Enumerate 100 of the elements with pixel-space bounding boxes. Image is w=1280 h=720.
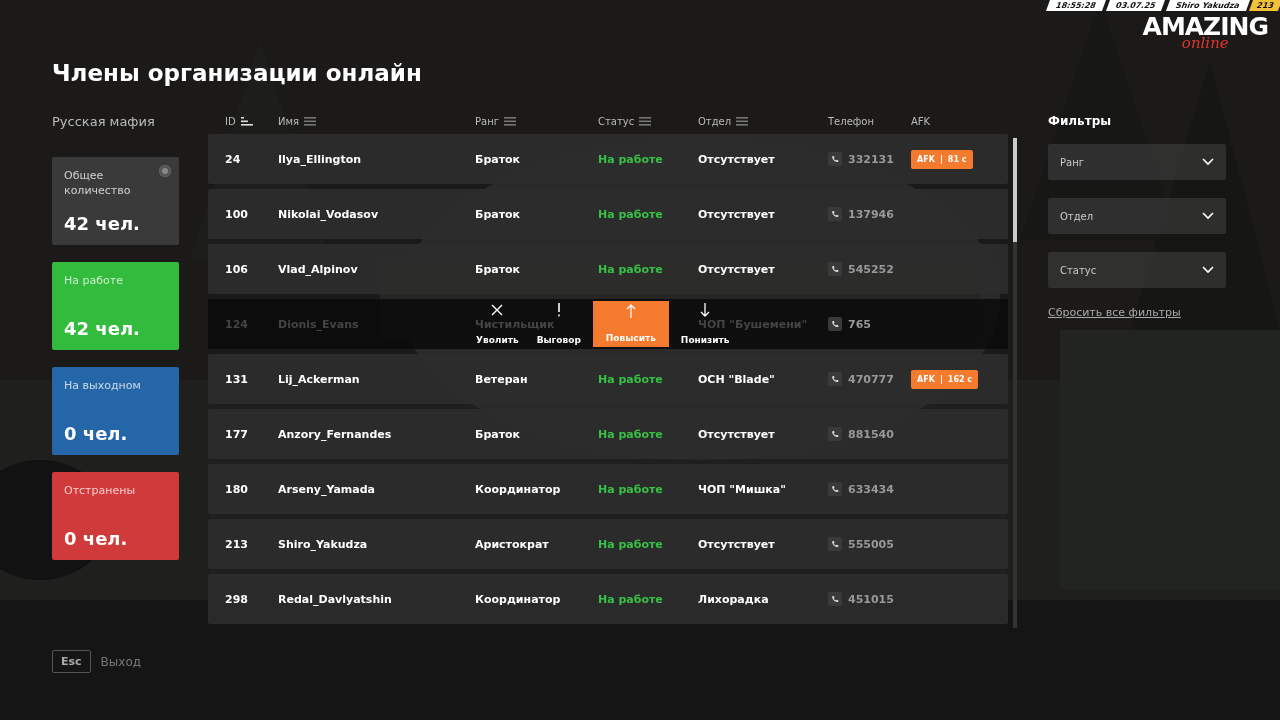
status-text: На работе xyxy=(598,372,663,386)
phone-number: 451015 xyxy=(848,592,894,606)
phone-icon[interactable] xyxy=(828,262,842,276)
table-cell-text: Ilya_Ellington xyxy=(278,152,363,166)
stat-value: 42 чел. xyxy=(64,318,141,339)
filters-title: Фильтры xyxy=(1048,114,1113,128)
table-cell-text: Отсутствует xyxy=(698,537,776,551)
table-row[interactable]: 100 Nikolai_Vodasov Браток На работе Отсутствует 137946 xyxy=(208,189,1008,239)
stat-label: На выходном xyxy=(64,378,142,393)
menu-icon[interactable] xyxy=(503,116,516,126)
afk-badge: AFK 81 с xyxy=(911,149,973,169)
esc-key[interactable]: Esc xyxy=(52,650,91,673)
phone-number: 332131 xyxy=(848,152,894,166)
table-cell-text: Координатор xyxy=(475,592,562,606)
status-text: На работе xyxy=(598,592,663,606)
column-header: AFK xyxy=(911,115,931,127)
phone-icon[interactable] xyxy=(828,207,842,221)
status-text: На работе xyxy=(598,537,663,551)
status-text: На работе xyxy=(598,482,663,496)
filter-dropdown[interactable]: Ранг xyxy=(1048,144,1226,180)
phone-number: 765 xyxy=(848,317,871,331)
table-cell-text: 124 xyxy=(225,317,249,331)
phone-icon[interactable] xyxy=(828,317,842,331)
table-cell-text: Nikolai_Vodasov xyxy=(278,207,380,221)
table-cell-text: Браток xyxy=(475,152,522,166)
stat-label: На работе xyxy=(64,273,124,288)
table-cell-text: Отсутствует xyxy=(698,262,776,276)
table-cell-text: Отсутствует xyxy=(698,152,776,166)
organization-name: Русская мафия xyxy=(52,114,156,131)
table-row[interactable]: 213 Shiro_Yakudza Аристократ На работе Отсутствует 555005 xyxy=(208,519,1008,569)
phone-icon[interactable] xyxy=(828,537,842,551)
table-cell-text: ЧОП "Мишка" xyxy=(698,482,787,496)
action-label[interactable]: Уволить xyxy=(476,335,519,346)
table-cell-text: 213 xyxy=(225,537,249,551)
column-header: Отдел xyxy=(698,115,732,127)
stat-label: Общее количество xyxy=(64,168,132,198)
column-header: ID xyxy=(225,115,236,127)
table-cell-text: Браток xyxy=(475,262,522,276)
menu-icon[interactable] xyxy=(736,116,749,126)
action-label[interactable]: Понизить xyxy=(680,335,730,346)
reset-filters-link[interactable]: Сбросить все фильтры xyxy=(1048,306,1226,319)
table-cell-text: Arseny_Yamada xyxy=(278,482,376,496)
stat-value: 42 чел. xyxy=(64,213,141,234)
phone-icon[interactable] xyxy=(828,372,842,386)
action-label[interactable]: Выговор xyxy=(536,335,581,346)
filter-dropdown[interactable]: Отдел xyxy=(1048,198,1226,234)
phone-icon[interactable] xyxy=(828,592,842,606)
phone-icon[interactable] xyxy=(828,427,842,441)
phone-icon[interactable] xyxy=(828,482,842,496)
stat-label: Отстранены xyxy=(64,483,137,498)
table-cell-text: Браток xyxy=(475,207,522,221)
table-cell-text: Браток xyxy=(475,427,522,441)
phone-number: 881540 xyxy=(848,427,894,441)
table-cell-text: Лихорадка xyxy=(698,592,770,606)
player-name: Shiro Yakudza xyxy=(1165,0,1250,11)
page-title: Члены организации онлайн xyxy=(52,59,423,88)
sort-icon[interactable] xyxy=(240,116,253,126)
filter-dropdown[interactable]: Статус xyxy=(1048,252,1226,288)
afk-badge: AFK 162 с xyxy=(911,369,979,389)
table-cell-text: 177 xyxy=(225,427,249,441)
table-cell-text: Vlad_Alpinov xyxy=(278,262,359,276)
table-cell-text: 106 xyxy=(225,262,249,276)
column-header: Ранг xyxy=(475,115,499,127)
column-header: Имя xyxy=(278,115,300,127)
date-text: 03.07.25 xyxy=(1106,0,1166,11)
phone-icon[interactable] xyxy=(828,152,842,166)
table-cell-text: ОСН "Blade" xyxy=(698,372,776,386)
table-row[interactable]: 24 Ilya_Ellington Браток На работе Отсутствует 332131 AFK 81 с xyxy=(208,134,1008,184)
table-cell-text: 180 xyxy=(225,482,249,496)
phone-number: 633434 xyxy=(848,482,894,496)
table-cell-text: 100 xyxy=(225,207,249,221)
table-cell-text: 298 xyxy=(225,592,249,606)
table-cell-text: Dionis_Evans xyxy=(278,317,360,331)
close-icon[interactable] xyxy=(490,303,505,317)
menu-icon[interactable] xyxy=(639,116,652,126)
clock-time: 18:55:28 xyxy=(1046,0,1107,11)
table-cell-text: 131 xyxy=(225,372,249,386)
status-text: На работе xyxy=(598,262,663,276)
phone-number: 137946 xyxy=(848,207,894,221)
dot-icon[interactable] xyxy=(159,165,171,177)
table-row[interactable]: 180 Arseny_Yamada Координатор На работе ЧОП "Мишка" 633434 xyxy=(208,464,1008,514)
status-text: На работе xyxy=(598,152,663,166)
table-cell-text: Redal_Davlyatshin xyxy=(278,592,393,606)
stat-value: 0 чел. xyxy=(64,423,129,444)
table-cell-text: Координатор xyxy=(475,482,562,496)
logo-subtitle: online xyxy=(1181,36,1229,50)
chevron-down-icon xyxy=(1202,212,1214,220)
table-row[interactable]: 298 Redal_Davlyatshin Координатор На работе Лихорадка 451015 xyxy=(208,574,1008,624)
phone-number: 555005 xyxy=(848,537,894,551)
table-row[interactable]: 131 Lij_Ackerman Ветеран На работе ОСН "Blade" 470777 AFK 162 с xyxy=(208,354,1008,404)
column-header: Статус xyxy=(598,115,635,127)
phone-number: 470777 xyxy=(848,372,894,386)
table-row[interactable]: 106 Vlad_Alpinov Браток На работе Отсутствует 545252 xyxy=(208,244,1008,294)
table-cell-text: Отсутствует xyxy=(698,427,776,441)
table-cell-text: Ветеран xyxy=(475,372,529,386)
menu-icon[interactable] xyxy=(304,116,317,126)
chevron-down-icon xyxy=(1202,266,1214,274)
exit-label: Выход xyxy=(100,654,142,669)
chevron-down-icon xyxy=(1202,158,1214,166)
table-row[interactable]: 177 Anzory_Fernandes Браток На работе Отсутствует 881540 xyxy=(208,409,1008,459)
